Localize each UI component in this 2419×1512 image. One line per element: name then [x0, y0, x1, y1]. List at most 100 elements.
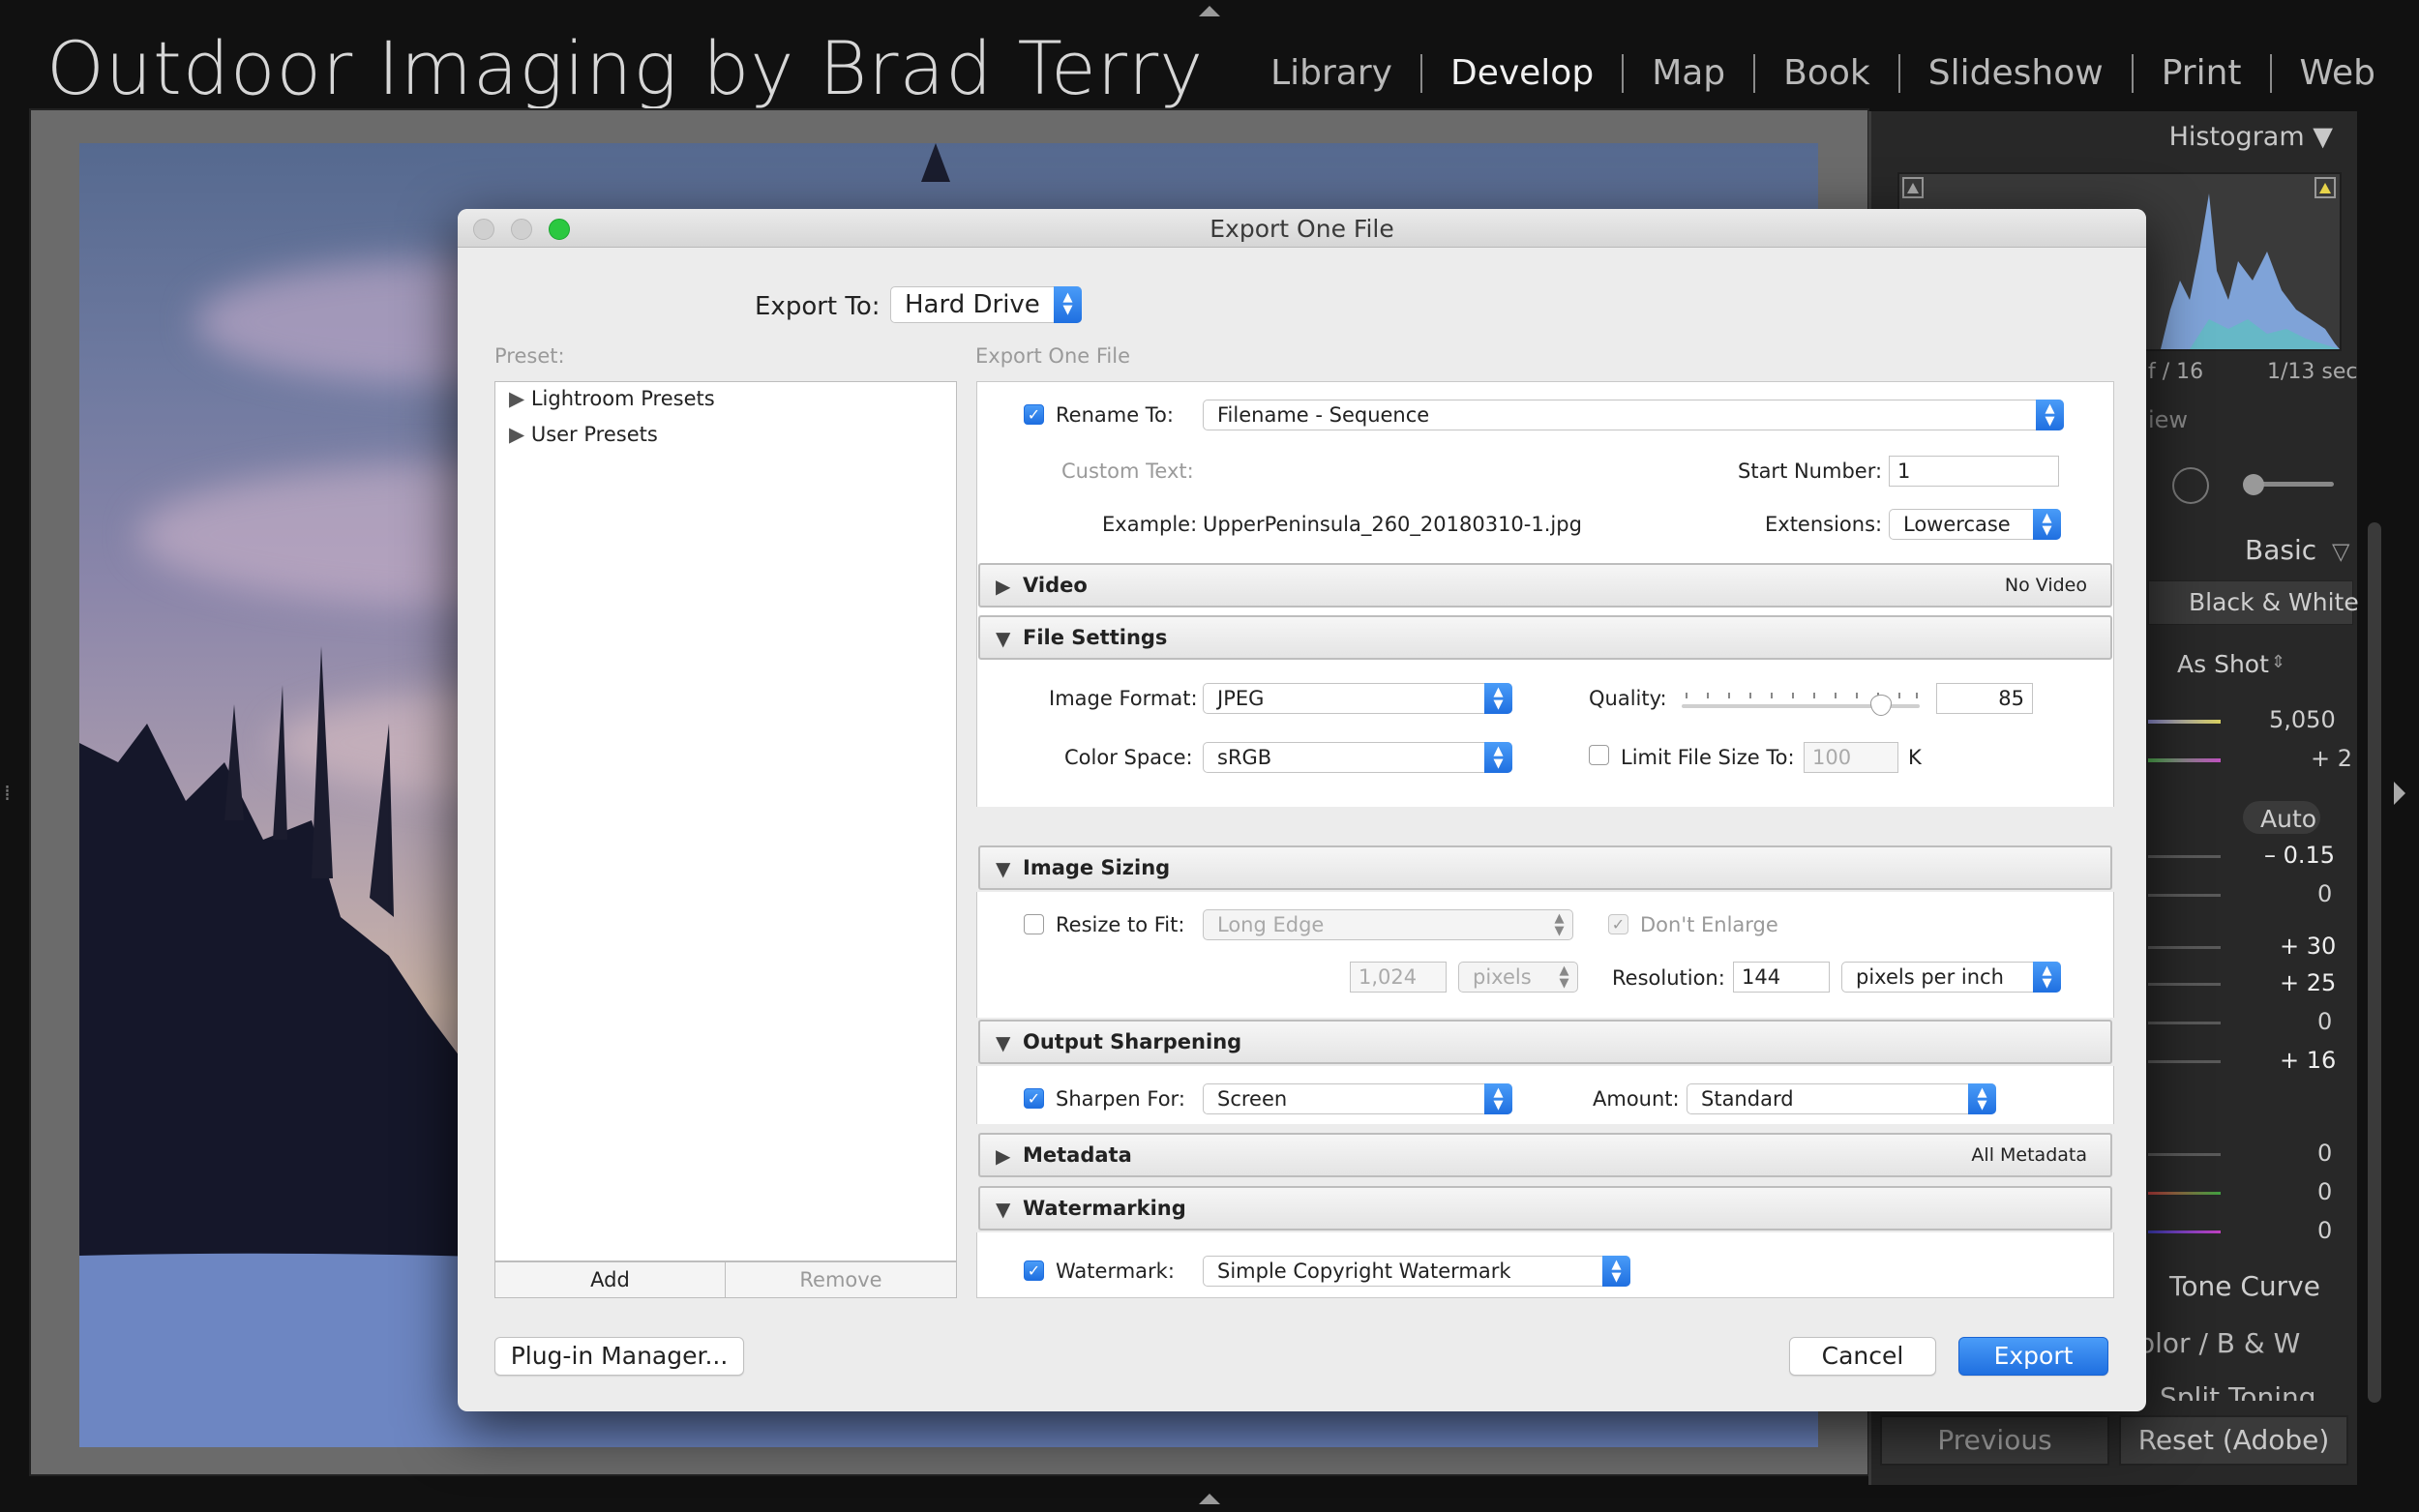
popup-stepper-icon: ▲ ▼	[1968, 1083, 1996, 1114]
rename-label: Rename To:	[1056, 403, 1174, 427]
watermark-select[interactable]: Simple Copyright Watermark ▲ ▼	[1203, 1256, 1630, 1287]
collapse-triangle-icon: ▼	[2313, 122, 2333, 152]
highlights-value: + 30	[2280, 933, 2337, 960]
resize-checkbox[interactable]	[1024, 914, 1044, 934]
panel-switch-icon[interactable]: ▽	[2332, 538, 2349, 565]
module-book[interactable]: Book	[1753, 54, 1898, 93]
presence-value-1: 0	[2317, 1140, 2333, 1167]
module-slideshow[interactable]: Slideshow	[1897, 54, 2132, 93]
exposure-value: – 0.15	[2264, 842, 2336, 869]
module-develop[interactable]: Develop	[1419, 54, 1622, 93]
extensions-select[interactable]: Lowercase ▲ ▼	[1889, 509, 2061, 540]
module-map[interactable]: Map	[1622, 54, 1753, 93]
start-number-label: Start Number:	[1738, 460, 1883, 483]
module-library[interactable]: Library	[1242, 54, 1420, 93]
split-toning-header[interactable]: Split Toning	[2160, 1381, 2316, 1401]
sharpen-select[interactable]: Screen ▲ ▼	[1203, 1083, 1512, 1114]
sharpen-checkbox[interactable]: ✓	[1024, 1088, 1044, 1109]
section-output-sharpening[interactable]: ▼ Output Sharpening	[978, 1020, 2112, 1064]
size-field[interactable]: 1,024	[1350, 962, 1447, 993]
preset-folder-label: Lightroom Presets	[530, 387, 715, 410]
color-space-value: sRGB	[1217, 746, 1272, 769]
preset-label: Preset:	[494, 344, 565, 368]
export-button[interactable]: Export	[1958, 1337, 2108, 1376]
identity-plate: Outdoor Imaging by Brad Terry	[46, 25, 1205, 111]
section-metadata[interactable]: ▶ Metadata All Metadata	[978, 1133, 2112, 1177]
popup-stepper-icon: ▲ ▼	[1559, 964, 1569, 991]
extensions-label: Extensions:	[1765, 513, 1883, 536]
export-to-select[interactable]: Hard Drive ▲ ▼	[890, 286, 1082, 323]
popup-stepper-icon: ▲ ▼	[2033, 509, 2061, 540]
brush-icon[interactable]	[2243, 474, 2264, 495]
watermark-checkbox[interactable]: ✓	[1024, 1260, 1044, 1281]
bottom-panel-toggle-icon[interactable]	[1199, 1494, 1220, 1504]
panel-scrollbar[interactable]	[2368, 522, 2381, 1403]
wb-preset[interactable]: As Shot	[2177, 650, 2269, 678]
sharpen-label: Sharpen For:	[1056, 1087, 1185, 1111]
preset-actions: Add Remove	[494, 1261, 957, 1298]
image-format-select[interactable]: JPEG ▲ ▼	[1203, 683, 1512, 714]
limit-size-field[interactable]: 100	[1804, 742, 1898, 773]
module-web[interactable]: Web	[2269, 54, 2404, 93]
resolution-unit-select[interactable]: pixels per inch ▲ ▼	[1841, 962, 2061, 993]
popup-stepper-icon: ▲ ▼	[1054, 286, 1082, 323]
preset-folder-user[interactable]: ▶ User Presets	[509, 423, 658, 446]
histogram-header[interactable]: Histogram ▼	[2169, 122, 2333, 152]
popup-stepper-icon: ▲ ▼	[2033, 962, 2061, 993]
lightroom-window: Outdoor Imaging by Brad Terry Library De…	[0, 0, 2419, 1512]
disclosure-open-icon: ▼	[996, 627, 1011, 650]
start-number-field[interactable]: 1	[1889, 456, 2059, 487]
section-title: Watermarking	[1023, 1197, 1186, 1220]
section-file-settings[interactable]: ▼ File Settings	[978, 615, 2112, 660]
limit-size-checkbox[interactable]	[1589, 745, 1609, 765]
rename-checkbox[interactable]: ✓	[1024, 404, 1044, 425]
left-panel-toggle-icon[interactable]: ⁞	[4, 782, 11, 806]
preset-folder-lightroom[interactable]: ▶ Lightroom Presets	[509, 387, 715, 410]
resolution-field[interactable]: 144	[1733, 962, 1830, 993]
section-watermarking[interactable]: ▼ Watermarking	[978, 1186, 2112, 1230]
resize-select[interactable]: Long Edge ▲ ▼	[1203, 909, 1573, 940]
cancel-button[interactable]: Cancel	[1789, 1337, 1936, 1376]
contrast-value: 0	[2317, 880, 2333, 907]
amount-select[interactable]: Standard ▲ ▼	[1687, 1083, 1996, 1114]
popup-stepper-icon: ▲ ▼	[1484, 742, 1512, 773]
add-preset-button[interactable]: Add	[495, 1262, 726, 1297]
resolution-unit-value: pixels per inch	[1856, 965, 2004, 989]
auto-tone-button[interactable]: Auto	[2260, 805, 2316, 833]
dialog-titlebar[interactable]: Export One File	[458, 209, 2146, 248]
section-image-sizing[interactable]: ▼ Image Sizing	[978, 845, 2112, 890]
color-space-select[interactable]: sRGB ▲ ▼	[1203, 742, 1512, 773]
preset-list: ▶ Lightroom Presets ▶ User Presets	[494, 381, 957, 1261]
color-bw-header[interactable]: olor / B & W	[2138, 1327, 2300, 1359]
section-video[interactable]: ▶ Video No Video	[978, 563, 2112, 608]
rename-select[interactable]: Filename - Sequence ▲ ▼	[1203, 400, 2064, 430]
color-space-label: Color Space:	[1064, 746, 1193, 769]
amount-value: Standard	[1701, 1087, 1794, 1111]
plugin-manager-button[interactable]: Plug-in Manager...	[494, 1337, 744, 1376]
right-panel-toggle-icon[interactable]	[2394, 782, 2405, 805]
quality-slider[interactable]	[1682, 693, 1920, 716]
previous-button[interactable]: Previous	[1880, 1415, 2109, 1466]
dont-enlarge-checkbox[interactable]: ✓	[1608, 914, 1628, 934]
disclosure-triangle-icon: ▶	[509, 387, 531, 410]
quality-field[interactable]: 85	[1936, 683, 2033, 714]
quality-label: Quality:	[1589, 687, 1667, 710]
dialog-title: Export One File	[1210, 215, 1394, 243]
module-print[interactable]: Print	[2131, 54, 2270, 93]
reset-button[interactable]: Reset (Adobe)	[2119, 1415, 2348, 1466]
disclosure-triangle-icon: ▶	[509, 423, 531, 446]
top-panel-toggle-icon[interactable]	[1199, 6, 1220, 16]
basic-panel-title[interactable]: Basic	[2245, 534, 2316, 566]
radial-filter-icon[interactable]	[2172, 467, 2209, 504]
treatment-bw[interactable]: Black & White	[2189, 588, 2359, 616]
remove-preset-button[interactable]: Remove	[726, 1262, 956, 1297]
presence-value-2: 0	[2317, 1178, 2333, 1205]
aperture-readout: f / 16	[2148, 360, 2204, 384]
wb-stepper-icon: ⇕	[2271, 652, 2286, 672]
export-to-label: Export To:	[755, 292, 881, 321]
size-unit-select[interactable]: pixels ▲ ▼	[1458, 962, 1578, 993]
extensions-value: Lowercase	[1903, 513, 2011, 536]
disclosure-open-icon: ▼	[996, 1031, 1011, 1054]
resize-value: Long Edge	[1217, 913, 1325, 936]
tone-curve-header[interactable]: Tone Curve	[2169, 1270, 2320, 1302]
